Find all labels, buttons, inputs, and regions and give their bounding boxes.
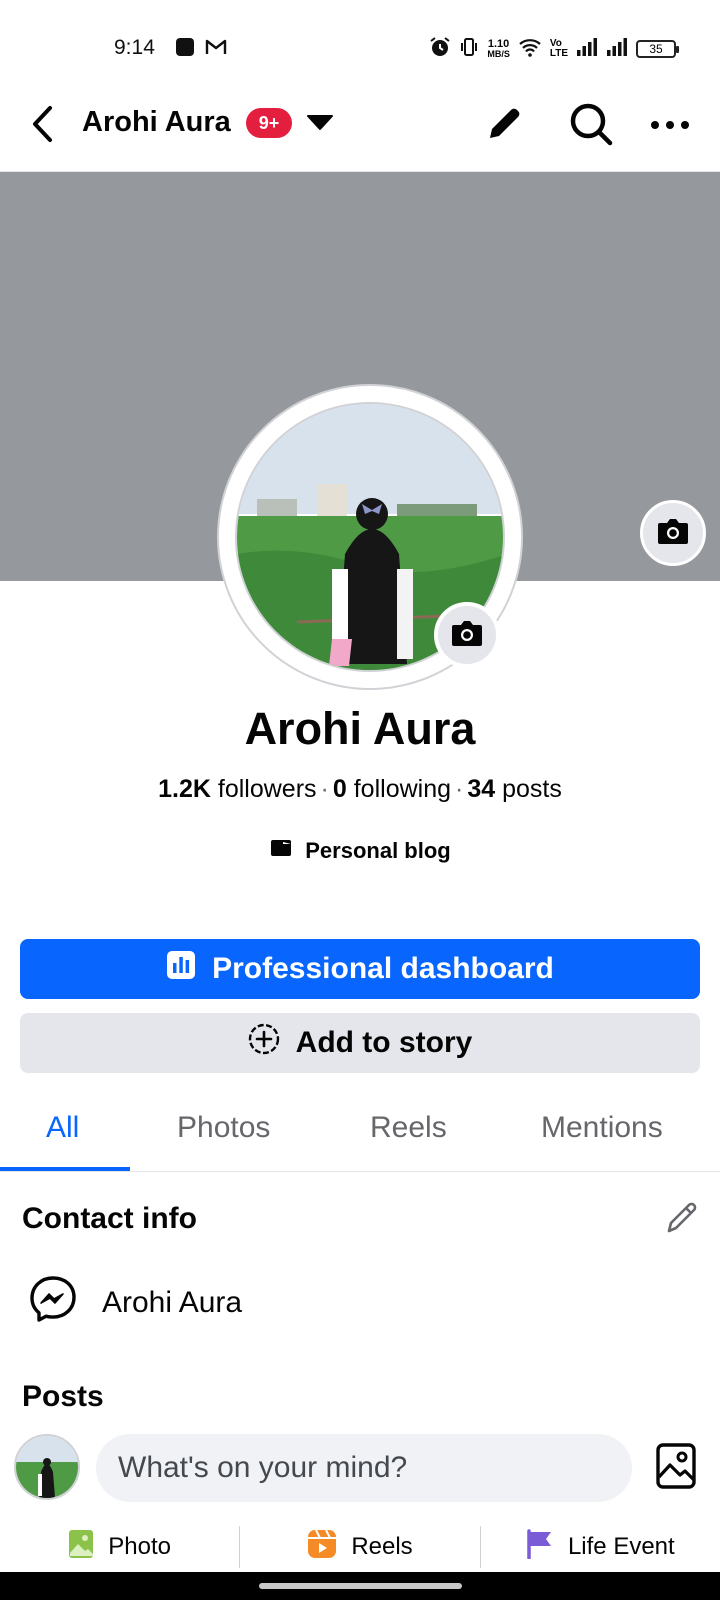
post-actions: Photo Reels Life Event (0, 1522, 720, 1572)
caret-down-icon (306, 113, 334, 136)
gmail-icon (205, 38, 227, 61)
reels-action-button[interactable]: Reels (240, 1522, 479, 1572)
header-title[interactable]: Arohi Aura (82, 106, 231, 139)
life-event-action-button[interactable]: Life Event (481, 1522, 720, 1572)
more-icon (650, 117, 690, 135)
edit-cover-button[interactable] (640, 500, 706, 566)
following-label[interactable]: following (354, 775, 451, 803)
dashboard-icon (166, 950, 196, 988)
profile-switcher-button[interactable] (304, 110, 336, 138)
back-button[interactable] (22, 104, 62, 148)
volte-label: Vo LTE (549, 37, 568, 59)
search-icon (568, 101, 614, 152)
battery-icon: 35 (636, 39, 679, 58)
add-photo-button[interactable] (652, 1442, 700, 1494)
following-count[interactable]: 0 (333, 775, 347, 803)
more-options-button[interactable] (644, 100, 696, 152)
messenger-icon (28, 1274, 78, 1332)
posts-count: 34 (467, 775, 496, 803)
contact-messenger-row[interactable]: Arohi Aura (28, 1274, 242, 1332)
profile-name: Arohi Aura (244, 703, 476, 754)
profile-tabs: All Photos Reels Mentions (0, 1095, 720, 1172)
add-to-story-button[interactable]: Add to story (20, 1013, 700, 1073)
avatar[interactable] (14, 1434, 80, 1500)
profile-category: Personal blog (0, 838, 720, 864)
messenger-name: Arohi Aura (102, 1286, 243, 1319)
tab-mentions[interactable]: Mentions (541, 1111, 663, 1145)
category-icon (269, 838, 293, 864)
active-tab-indicator (0, 1167, 130, 1171)
category-label: Personal blog (305, 838, 451, 863)
followers-label[interactable]: followers (218, 775, 317, 803)
reels-action-label: Reels (351, 1533, 413, 1560)
profile-header: Arohi Aura 9+ (0, 90, 720, 172)
add-to-story-label: Add to story (295, 1026, 473, 1059)
edit-contact-info-button[interactable] (660, 1198, 704, 1242)
posts-label: posts (502, 775, 562, 803)
life-event-action-label: Life Event (567, 1533, 675, 1560)
edit-profile-picture-button[interactable] (434, 602, 500, 668)
home-gesture-handle[interactable] (259, 1583, 462, 1589)
wifi-icon (518, 37, 542, 60)
app-square-icon (175, 37, 195, 62)
camera-icon (656, 516, 690, 551)
stats-separator: · (320, 775, 329, 803)
followers-count[interactable]: 1.2K (158, 775, 211, 803)
add-circle-icon (248, 1023, 280, 1063)
profile-stats: 1.2K followers · 0 following · 34 posts (0, 775, 720, 804)
tab-photos[interactable]: Photos (177, 1111, 270, 1145)
whats-on-your-mind-input[interactable]: What's on your mind? (96, 1434, 632, 1502)
network-speed: 1.10 MB/S (487, 37, 510, 59)
search-button[interactable] (565, 100, 617, 152)
professional-dashboard-button[interactable]: Professional dashboard (20, 939, 700, 999)
signal-icon (606, 37, 628, 60)
tab-all[interactable]: All (46, 1111, 79, 1145)
notification-badge[interactable]: 9+ (246, 108, 292, 138)
photo-icon (68, 1529, 94, 1566)
stats-separator: · (455, 775, 464, 803)
edit-profile-button[interactable] (478, 100, 530, 152)
vibrate-icon (459, 36, 479, 61)
back-arrow-icon (30, 104, 54, 149)
pencil-icon (664, 1200, 700, 1241)
status-time: 9:14 (114, 36, 155, 59)
flag-icon (526, 1528, 554, 1566)
system-navigation-bar (0, 1572, 720, 1600)
reels-icon (307, 1529, 337, 1566)
signal-icon (576, 37, 598, 60)
contact-info-title: Contact info (22, 1202, 197, 1235)
alarm-icon (429, 36, 451, 61)
pencil-icon (482, 102, 526, 151)
post-composer: What's on your mind? (0, 1430, 720, 1510)
professional-dashboard-label: Professional dashboard (212, 952, 554, 985)
posts-title: Posts (22, 1380, 104, 1413)
image-icon (656, 1442, 696, 1494)
photo-action-button[interactable]: Photo (0, 1522, 239, 1572)
photo-action-label: Photo (108, 1533, 172, 1560)
camera-icon (450, 618, 484, 653)
status-bar: 9:14 1.10 MB/S Vo LTE 35 (0, 0, 720, 90)
tab-reels[interactable]: Reels (370, 1111, 447, 1145)
